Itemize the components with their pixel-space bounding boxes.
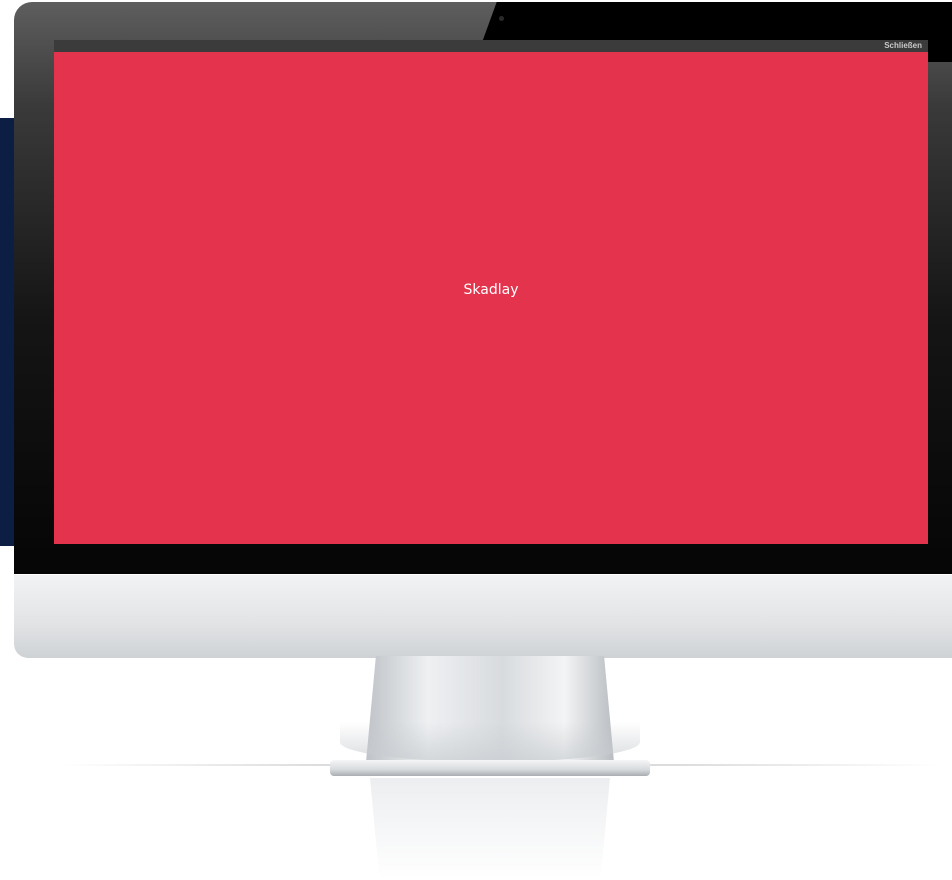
window-titlebar: Schließen [54,40,928,52]
monitor-stand-curve [340,722,640,762]
close-button[interactable]: Schließen [884,40,922,52]
camera-icon [499,16,504,21]
monitor-chin [14,574,952,658]
content-label: Skadlay [463,282,519,298]
stage: Schließen Skadlay [0,0,952,880]
stand-reflection [370,778,610,880]
app-content: Skadlay [54,52,928,544]
monitor-screen: Schließen Skadlay [54,40,928,544]
monitor-stand-base [330,760,650,776]
